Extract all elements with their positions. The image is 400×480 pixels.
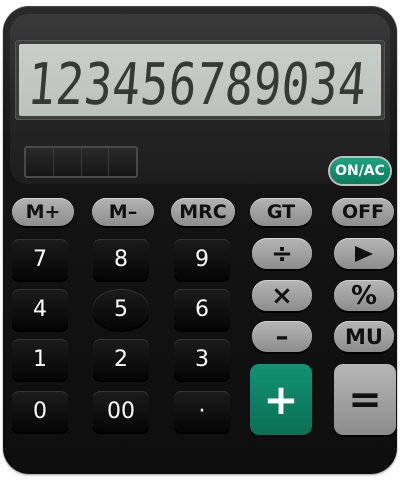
- digit-label: 3: [195, 347, 209, 372]
- digit-label: 6: [195, 297, 209, 322]
- plus-button[interactable]: +: [250, 364, 312, 435]
- solar-cell: [53, 148, 82, 176]
- digit-label: 1: [33, 347, 47, 372]
- double-zero-button[interactable]: 00: [93, 391, 149, 432]
- memory-plus-button[interactable]: M+: [12, 198, 74, 226]
- minus-label: –: [275, 321, 289, 352]
- grand-total-label: GT: [266, 201, 296, 223]
- divide-label: ÷: [271, 238, 293, 269]
- lcd-display: 123456789034: [19, 44, 381, 118]
- memory-recall-clear-label: MRC: [179, 201, 227, 223]
- on-ac-button[interactable]: ON/AC: [330, 158, 390, 184]
- digit-3-button[interactable]: 3: [174, 339, 230, 380]
- memory-minus-label: M–: [108, 201, 138, 223]
- percent-label: %: [350, 280, 378, 311]
- equals-button[interactable]: =: [334, 364, 396, 435]
- digit-7-button[interactable]: 7: [12, 239, 68, 280]
- triangle-right-icon: [355, 245, 373, 262]
- digit-0-button[interactable]: 0: [12, 391, 68, 432]
- markup-label: MU: [345, 324, 383, 349]
- memory-plus-label: M+: [25, 201, 61, 223]
- digit-label: 5: [114, 297, 128, 322]
- solar-panel: [24, 146, 138, 178]
- calculator: 123456789034 ON/AC M+ M– MRC GT OFF 7 8 …: [0, 0, 400, 480]
- multiply-label: ×: [271, 280, 293, 311]
- minus-button[interactable]: –: [252, 321, 312, 352]
- digit-label: ·: [198, 399, 206, 424]
- equals-label: =: [348, 376, 382, 423]
- grand-total-button[interactable]: GT: [250, 198, 312, 226]
- digit-label: 2: [114, 347, 128, 372]
- solar-cell: [109, 148, 136, 176]
- solar-cell: [26, 148, 54, 176]
- digit-2-button[interactable]: 2: [93, 339, 149, 380]
- decimal-point-button[interactable]: ·: [174, 391, 230, 432]
- solar-cell: [81, 148, 110, 176]
- plus-label: +: [263, 375, 299, 424]
- digit-label: 0: [33, 399, 47, 424]
- markup-button[interactable]: MU: [334, 321, 394, 352]
- digit-6-button[interactable]: 6: [174, 289, 230, 330]
- digit-label: 00: [107, 399, 135, 424]
- digit-label: 9: [195, 247, 209, 272]
- divide-button[interactable]: ÷: [252, 238, 312, 269]
- display-readout: 123456789034: [25, 50, 370, 118]
- off-button[interactable]: OFF: [332, 198, 394, 226]
- memory-minus-button[interactable]: M–: [92, 198, 154, 226]
- digit-5-button[interactable]: 5: [93, 289, 149, 330]
- digit-4-button[interactable]: 4: [12, 289, 68, 330]
- backspace-button[interactable]: [334, 238, 394, 269]
- digit-label: 7: [33, 247, 47, 272]
- digit-1-button[interactable]: 1: [12, 339, 68, 380]
- digit-label: 8: [114, 247, 128, 272]
- multiply-button[interactable]: ×: [252, 280, 312, 311]
- digit-8-button[interactable]: 8: [93, 239, 149, 280]
- digit-label: 4: [33, 297, 47, 322]
- off-label: OFF: [341, 201, 385, 223]
- digit-9-button[interactable]: 9: [174, 239, 230, 280]
- memory-recall-clear-button[interactable]: MRC: [171, 198, 235, 226]
- percent-button[interactable]: %: [334, 280, 394, 311]
- on-ac-label: ON/AC: [335, 163, 385, 179]
